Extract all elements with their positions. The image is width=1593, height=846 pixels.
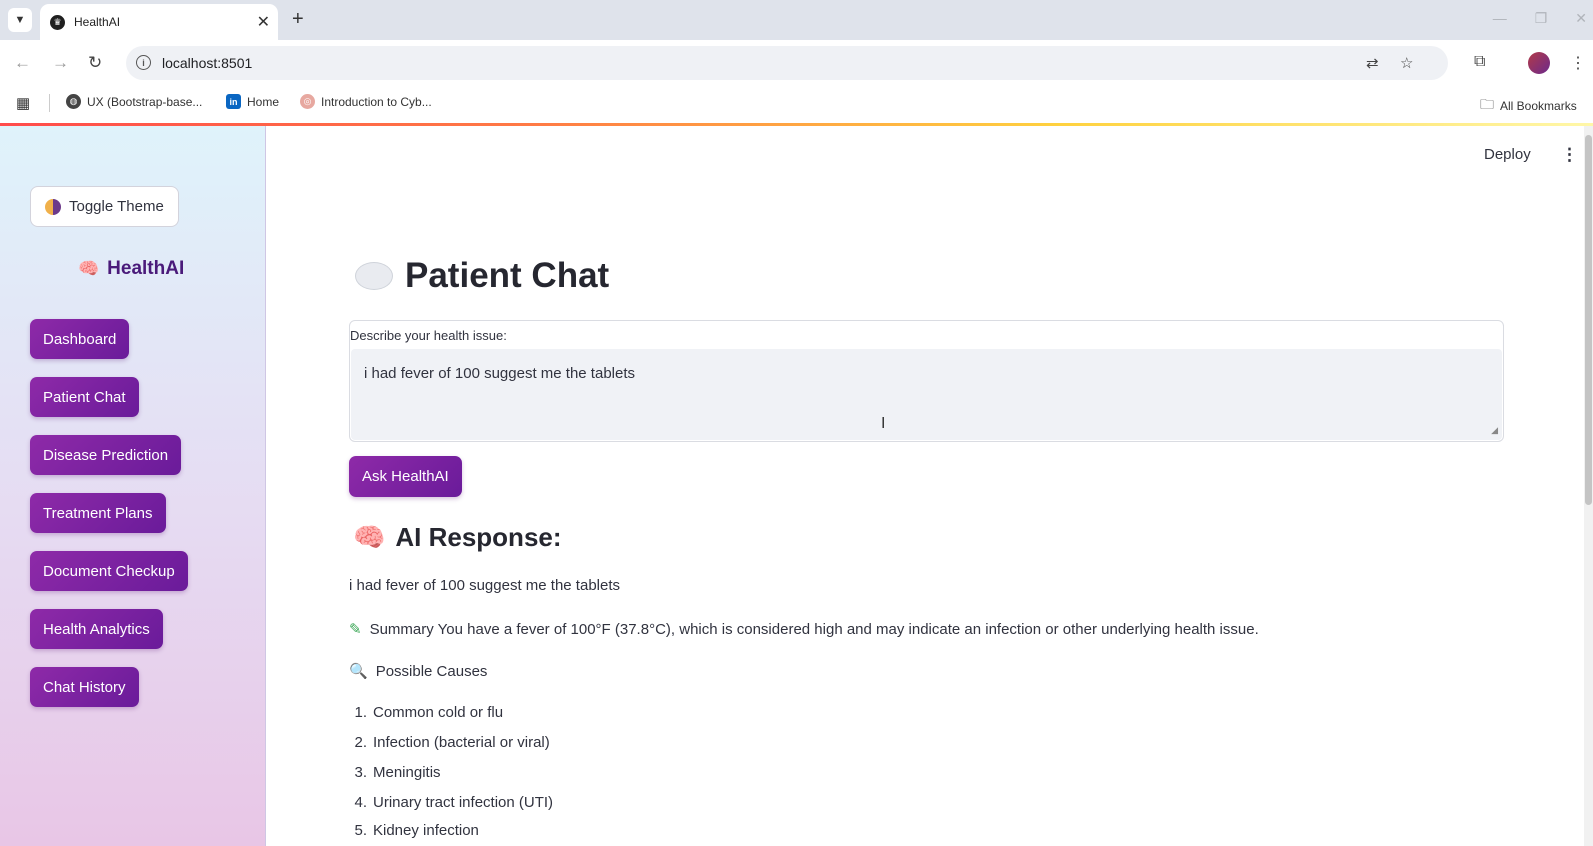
textarea-value: i had fever of 100 suggest me the tablet… [364, 365, 636, 382]
close-window-icon[interactable]: ✕ [1575, 10, 1587, 27]
health-issue-label: Describe your health issue: [350, 328, 507, 343]
back-icon[interactable]: ← [14, 53, 31, 73]
list-item: 1. Common cold or flu [349, 704, 503, 721]
nav-disease-prediction[interactable]: Disease Prediction [30, 435, 182, 475]
list-text: Urinary tract infection (UTI) [373, 794, 554, 811]
scrollbar-thumb[interactable] [1585, 135, 1592, 505]
sidebar: Toggle Theme 🧠 HealthAI Dashboard Patien… [0, 126, 266, 846]
list-number: 3. [354, 764, 367, 781]
summary-text: Summary You have a fever of 100°F (37.8°… [369, 620, 1259, 638]
nav-treatment-plans[interactable]: Treatment Plans [30, 493, 166, 533]
browser-toolbar: ← → ↻ i localhost:8501 ⇄ ☆ ⧉ ⋮ [0, 40, 1593, 87]
site-info-icon[interactable]: i [136, 55, 151, 70]
brand-label: HealthAI [107, 258, 185, 279]
bookmarks-bar: ▦ ◍ UX (Bootstrap-base... in Home ◎ Intr… [0, 87, 1593, 120]
apps-grid-icon[interactable]: ▦ [16, 94, 30, 112]
list-text: Common cold or flu [373, 704, 504, 721]
profile-avatar[interactable] [1528, 52, 1550, 74]
list-item: 4. Urinary tract infection (UTI) [349, 794, 553, 811]
reload-icon[interactable]: ↻ [88, 53, 102, 73]
nav-health-analytics[interactable]: Health Analytics [30, 609, 163, 649]
bookmarks-divider [49, 94, 50, 112]
translate-icon[interactable]: ⇄ [1366, 54, 1379, 72]
browser-tab[interactable]: ♛ HealthAI ✕ [40, 4, 278, 40]
list-item: 2. Infection (bacterial or viral) [349, 734, 550, 751]
browser-tab-bar: ▼ ♛ HealthAI ✕ + — ❐ ✕ [0, 0, 1593, 40]
possible-causes-heading: 🔍 Possible Causes [349, 662, 488, 681]
response-echo: i had fever of 100 suggest me the tablet… [349, 577, 621, 594]
text-cursor-icon: I [881, 415, 886, 432]
bookmark-label: UX (Bootstrap-base... [87, 94, 203, 109]
list-number: 2. [354, 734, 367, 751]
course-icon: ◎ [300, 94, 315, 109]
page-title: Patient Chat [355, 256, 609, 296]
forward-icon[interactable]: → [52, 53, 69, 73]
causes-heading-text: Possible Causes [375, 662, 488, 680]
folder-icon: 🗀 [1480, 96, 1494, 112]
health-issue-field: Describe your health issue: i had fever … [349, 320, 1504, 442]
toggle-theme-label: Toggle Theme [69, 198, 164, 215]
list-number: 1. [354, 704, 367, 721]
extensions-icon[interactable]: ⧉ [1474, 53, 1485, 71]
sidebar-brand: 🧠 HealthAI [78, 258, 184, 280]
globe-icon: ◍ [66, 94, 81, 109]
nav-patient-chat[interactable]: Patient Chat [30, 377, 139, 417]
new-tab-icon[interactable]: + [292, 8, 304, 31]
response-heading-text: AI Response: [395, 522, 562, 552]
brain-icon: 🧠 [353, 522, 386, 552]
bookmark-home[interactable]: in Home [226, 94, 279, 109]
bookmark-star-icon[interactable]: ☆ [1400, 54, 1413, 72]
brain-icon: 🧠 [78, 259, 100, 278]
bookmark-label: Home [247, 94, 280, 109]
response-summary: ✎ Summary You have a fever of 100°F (37.… [349, 620, 1259, 639]
bookmark-label: Introduction to Cyb... [321, 94, 432, 109]
all-bookmarks-label: All Bookmarks [1500, 99, 1577, 113]
ask-healthai-button[interactable]: Ask HealthAI [349, 456, 462, 497]
close-tab-icon[interactable]: ✕ [257, 12, 270, 32]
page-title-text: Patient Chat [405, 256, 610, 295]
minimize-icon[interactable]: — [1493, 10, 1507, 27]
toggle-theme-button[interactable]: Toggle Theme [30, 186, 179, 227]
bookmark-cyber[interactable]: ◎ Introduction to Cyb... [300, 94, 432, 109]
list-item: 3. Meningitis [349, 764, 441, 781]
list-item: 5. Kidney infection [349, 822, 479, 839]
deploy-button[interactable]: Deploy [1484, 146, 1531, 163]
window-controls: — ❐ ✕ [1493, 10, 1587, 27]
browser-menu-icon[interactable]: ⋮ [1570, 53, 1586, 73]
url-text[interactable]: localhost:8501 [162, 55, 252, 71]
tab-search-icon[interactable]: ▼ [8, 8, 32, 32]
all-bookmarks[interactable]: 🗀 All Bookmarks [1480, 94, 1577, 118]
list-number: 4. [354, 794, 367, 811]
restore-icon[interactable]: ❐ [1535, 10, 1548, 27]
app-menu-icon[interactable]: ⋮ [1561, 145, 1578, 165]
bookmark-ux[interactable]: ◍ UX (Bootstrap-base... [66, 94, 202, 109]
list-number: 5. [354, 822, 367, 839]
theme-moon-icon [45, 198, 61, 215]
list-text: Kidney infection [373, 822, 479, 839]
list-text: Meningitis [373, 764, 441, 781]
address-bar[interactable]: i localhost:8501 ⇄ ☆ [126, 46, 1448, 80]
speech-bubble-icon [355, 262, 393, 290]
health-issue-textarea[interactable]: i had fever of 100 suggest me the tablet… [351, 349, 1502, 440]
response-heading: 🧠 AI Response: [353, 522, 562, 553]
nav-chat-history[interactable]: Chat History [30, 667, 139, 707]
list-text: Infection (bacterial or viral) [373, 734, 550, 751]
nav-dashboard[interactable]: Dashboard [30, 319, 130, 359]
tab-title: HealthAI [74, 15, 121, 29]
nav-document-checkup[interactable]: Document Checkup [30, 551, 188, 591]
magnifier-icon: 🔍 [349, 663, 368, 680]
linkedin-icon: in [226, 94, 241, 109]
syringe-icon: ✎ [349, 621, 362, 638]
app-favicon-icon: ♛ [50, 15, 65, 30]
resize-handle-icon[interactable]: ◢ [1491, 425, 1498, 436]
